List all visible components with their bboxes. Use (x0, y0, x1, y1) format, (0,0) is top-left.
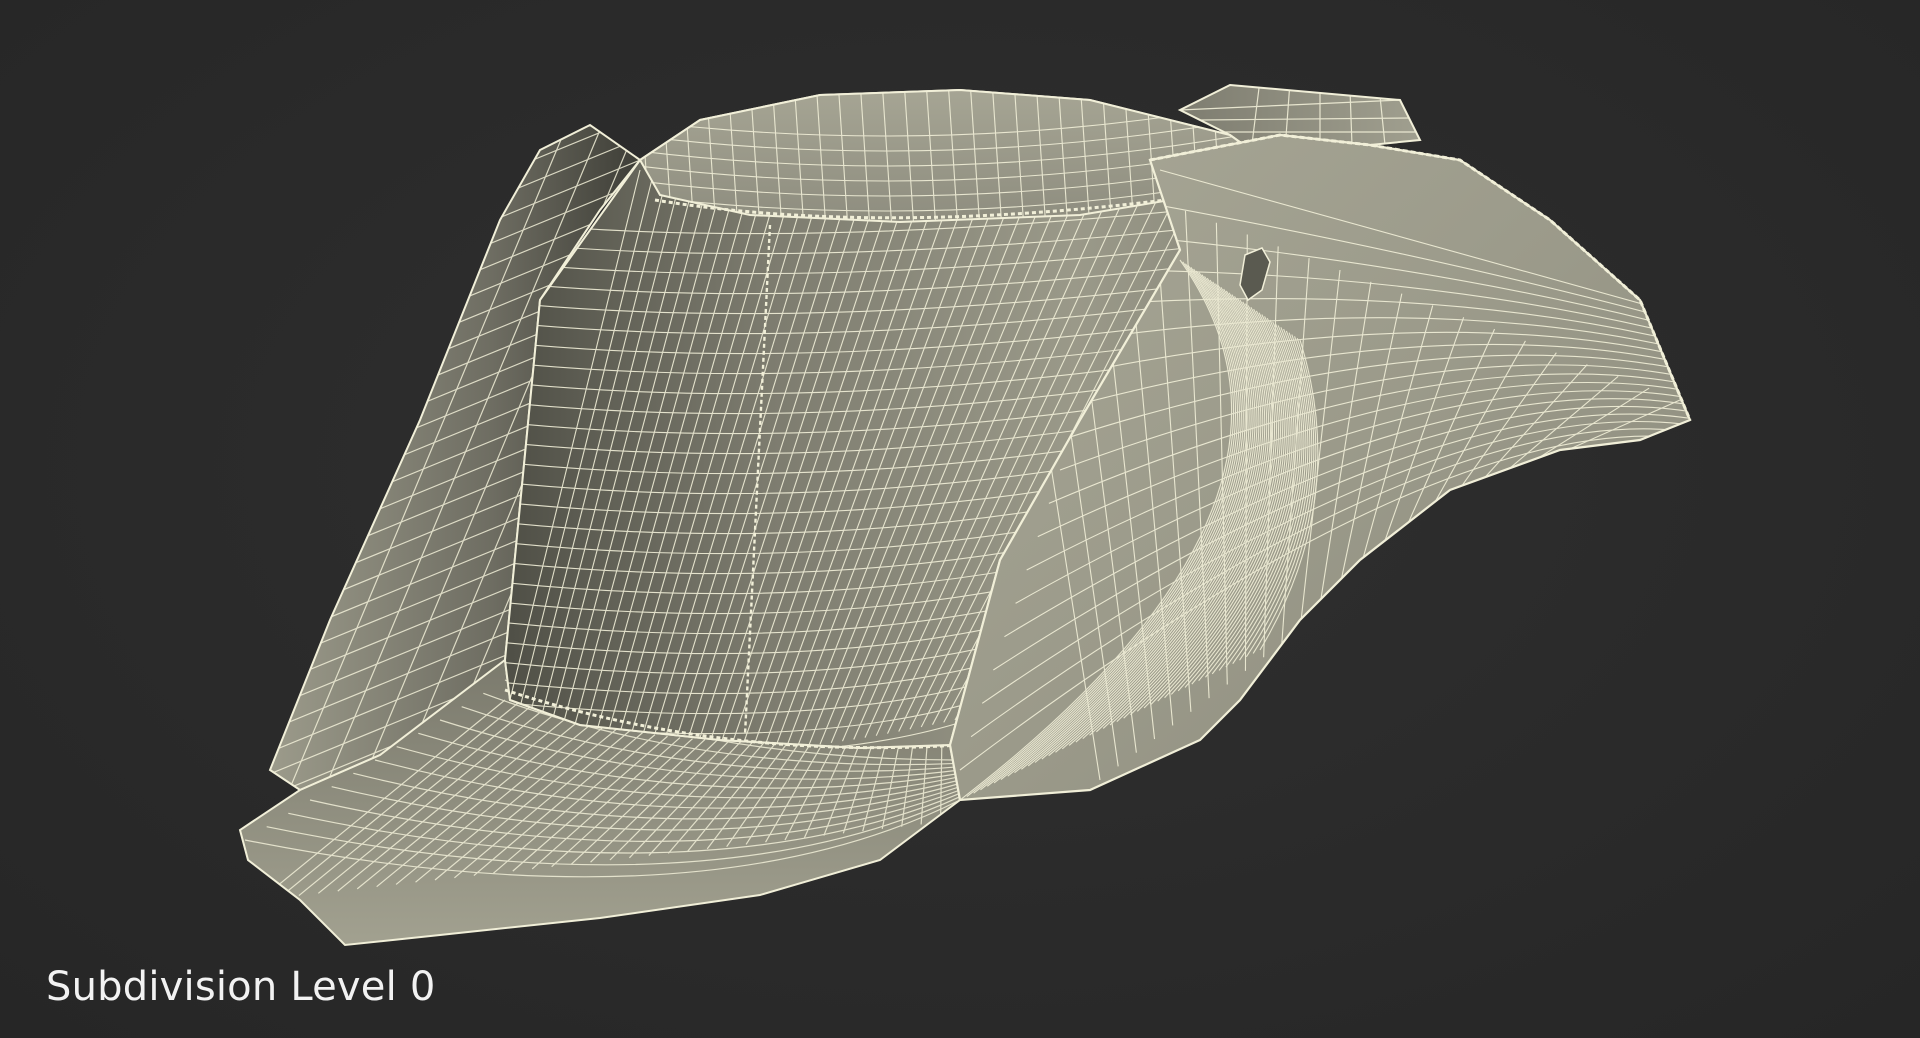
tricorn-hat-icon (238, 83, 1692, 947)
subdivision-caption: Subdivision Level 0 (46, 964, 436, 1010)
render-viewport: Subdivision Level 0 (0, 0, 1920, 1038)
